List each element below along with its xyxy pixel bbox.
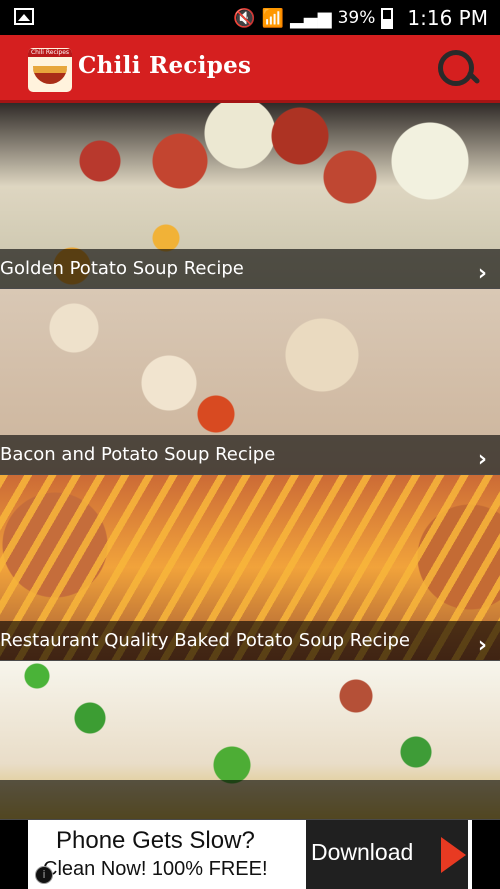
chevron-right-icon: › bbox=[477, 261, 487, 286]
wifi-icon: 📶 bbox=[261, 7, 285, 29]
battery-icon bbox=[381, 7, 394, 29]
download-button[interactable]: Download bbox=[306, 820, 468, 889]
recipe-caption: Restaurant Quality Baked Potato Soup Rec… bbox=[0, 621, 500, 660]
recipe-card-partial[interactable] bbox=[0, 661, 500, 820]
app-logo-text: Chili Recipes bbox=[28, 49, 72, 57]
recipe-caption: Golden Potato Soup Recipe › bbox=[0, 249, 500, 288]
chevron-right-icon: › bbox=[477, 633, 487, 658]
ad-headline: Phone Gets Slow? bbox=[56, 827, 255, 854]
search-button[interactable] bbox=[438, 50, 481, 90]
arrow-icon bbox=[441, 837, 466, 873]
app-bar: Chili Recipes Chili Recipes bbox=[0, 35, 500, 103]
recipe-title: Restaurant Quality Baked Potato Soup Rec… bbox=[0, 630, 410, 651]
download-label: Download bbox=[311, 839, 414, 865]
image-icon bbox=[14, 8, 34, 25]
info-icon[interactable]: i bbox=[35, 866, 53, 884]
recipe-card-restaurant-baked-potato-soup[interactable]: Restaurant Quality Baked Potato Soup Rec… bbox=[0, 475, 500, 661]
chili-bowl-icon bbox=[33, 66, 67, 84]
search-icon bbox=[438, 50, 474, 86]
status-icons: 🔇 📶 ▂▄▆ 39% 1:16 PM bbox=[233, 6, 488, 30]
recipe-card-bacon-potato-soup[interactable]: Bacon and Potato Soup Recipe › bbox=[0, 289, 500, 475]
app-title: Chili Recipes bbox=[78, 52, 252, 79]
battery-percent: 39% bbox=[337, 8, 376, 28]
app-logo: Chili Recipes bbox=[28, 48, 72, 92]
recipe-caption: Bacon and Potato Soup Recipe › bbox=[0, 435, 500, 474]
ad-subheadline: Clean Now! 100% FREE! bbox=[43, 858, 268, 880]
chevron-right-icon: › bbox=[477, 447, 487, 472]
mute-icon: 🔇 bbox=[233, 7, 256, 29]
status-time: 1:16 PM bbox=[407, 6, 488, 30]
signal-icon: ▂▄▆ bbox=[290, 7, 332, 29]
recipe-caption bbox=[0, 780, 500, 819]
recipe-card-golden-potato-soup[interactable]: Golden Potato Soup Recipe › bbox=[0, 103, 500, 289]
recipe-title: Bacon and Potato Soup Recipe bbox=[0, 444, 276, 465]
recipe-list[interactable]: Golden Potato Soup Recipe › Bacon and Po… bbox=[0, 103, 500, 820]
status-bar: 🔇 📶 ▂▄▆ 39% 1:16 PM bbox=[0, 0, 500, 35]
ad-banner[interactable]: Phone Gets Slow? Clean Now! 100% FREE! D… bbox=[28, 820, 472, 889]
recipe-title: Golden Potato Soup Recipe bbox=[0, 258, 244, 279]
